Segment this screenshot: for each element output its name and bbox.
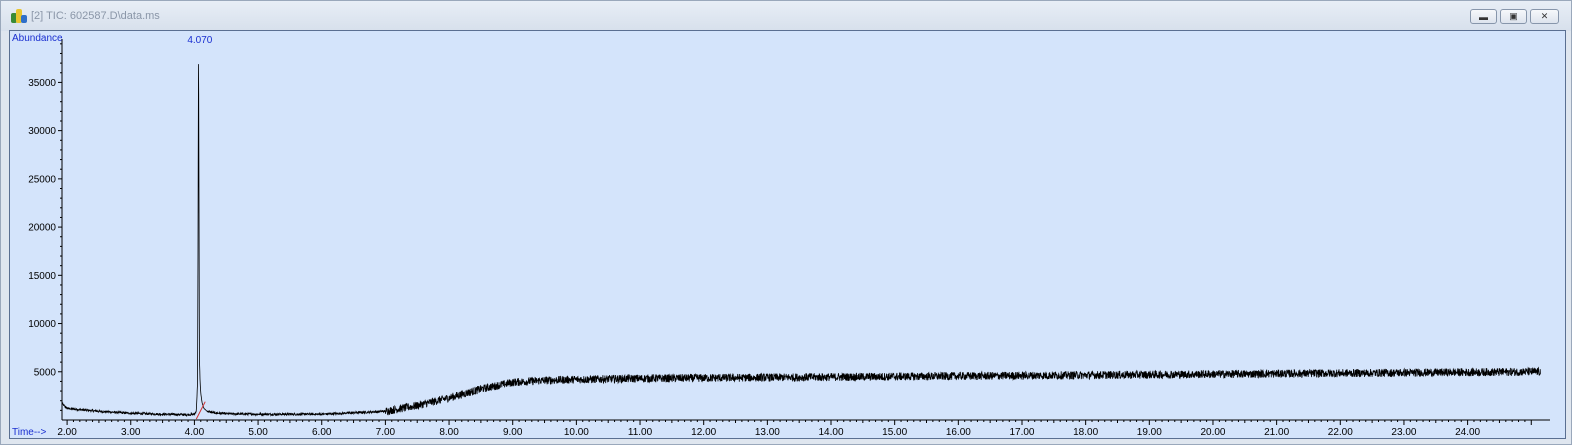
x-tick-label: 17.00 bbox=[1009, 427, 1034, 438]
window-controls: ▬ ▣ ✕ bbox=[1470, 9, 1559, 24]
y-tick-label: 15000 bbox=[28, 271, 56, 282]
y-tick-label: 25000 bbox=[28, 174, 56, 185]
y-axis-label: Abundance bbox=[12, 33, 63, 44]
x-tick-label: 10.00 bbox=[564, 427, 589, 438]
x-tick-label: 2.00 bbox=[57, 427, 77, 438]
y-tick-label: 20000 bbox=[28, 223, 56, 234]
chromatogram-chart: 5000 10000 15000 20000 25000 30000 35000 2.00 3.… bbox=[12, 33, 1550, 438]
window-title: [2] TIC: 602587.D\data.ms bbox=[31, 10, 160, 22]
x-tick-label: 24.00 bbox=[1455, 427, 1480, 438]
x-tick-label: 20.00 bbox=[1200, 427, 1225, 438]
x-tick-label: 12.00 bbox=[691, 427, 716, 438]
x-tick-label: 9.00 bbox=[503, 427, 523, 438]
x-tick-label: 14.00 bbox=[818, 427, 843, 438]
restore-button[interactable]: ▣ bbox=[1500, 9, 1527, 24]
x-tick-label: 23.00 bbox=[1391, 427, 1416, 438]
y-tick-label: 5000 bbox=[34, 367, 57, 378]
x-tick-label: 4.00 bbox=[185, 427, 205, 438]
peak-baseline-marker bbox=[195, 401, 206, 420]
x-tick-label: 19.00 bbox=[1137, 427, 1162, 438]
chromatogram-window: [2] TIC: 602587.D\data.ms ▬ ▣ ✕ 5000 1000… bbox=[0, 0, 1572, 445]
x-tick-label: 21.00 bbox=[1264, 427, 1289, 438]
x-tick-label: 5.00 bbox=[248, 427, 268, 438]
x-tick-label: 15.00 bbox=[882, 427, 907, 438]
y-tick-label: 35000 bbox=[28, 78, 56, 89]
x-tick-label: 8.00 bbox=[439, 427, 459, 438]
y-tick-label: 30000 bbox=[28, 126, 56, 137]
y-tick-label: 10000 bbox=[28, 319, 56, 330]
x-tick-label: 6.00 bbox=[312, 427, 332, 438]
chemstation-app-icon bbox=[11, 9, 27, 23]
restore-icon: ▣ bbox=[1509, 11, 1518, 21]
plot-area[interactable]: 5000 10000 15000 20000 25000 30000 35000 2.00 3.… bbox=[9, 30, 1566, 439]
tic-trace bbox=[61, 64, 1541, 417]
x-tick-label: 7.00 bbox=[376, 427, 396, 438]
peak-label: 4.070 bbox=[187, 35, 212, 46]
minimize-icon: ▬ bbox=[1479, 11, 1488, 22]
x-tick-label: 22.00 bbox=[1328, 427, 1353, 438]
x-axis-label: Time--> bbox=[12, 427, 47, 438]
close-button[interactable]: ✕ bbox=[1530, 9, 1559, 24]
x-tick-label: 18.00 bbox=[1073, 427, 1098, 438]
x-tick-label: 13.00 bbox=[755, 427, 780, 438]
close-icon: ✕ bbox=[1540, 11, 1549, 21]
minimize-button[interactable]: ▬ bbox=[1470, 9, 1497, 24]
x-tick-label: 16.00 bbox=[946, 427, 971, 438]
x-tick-label: 3.00 bbox=[121, 427, 141, 438]
x-tick-label: 11.00 bbox=[628, 427, 653, 438]
title-bar[interactable]: [2] TIC: 602587.D\data.ms ▬ ▣ ✕ bbox=[1, 1, 1571, 31]
